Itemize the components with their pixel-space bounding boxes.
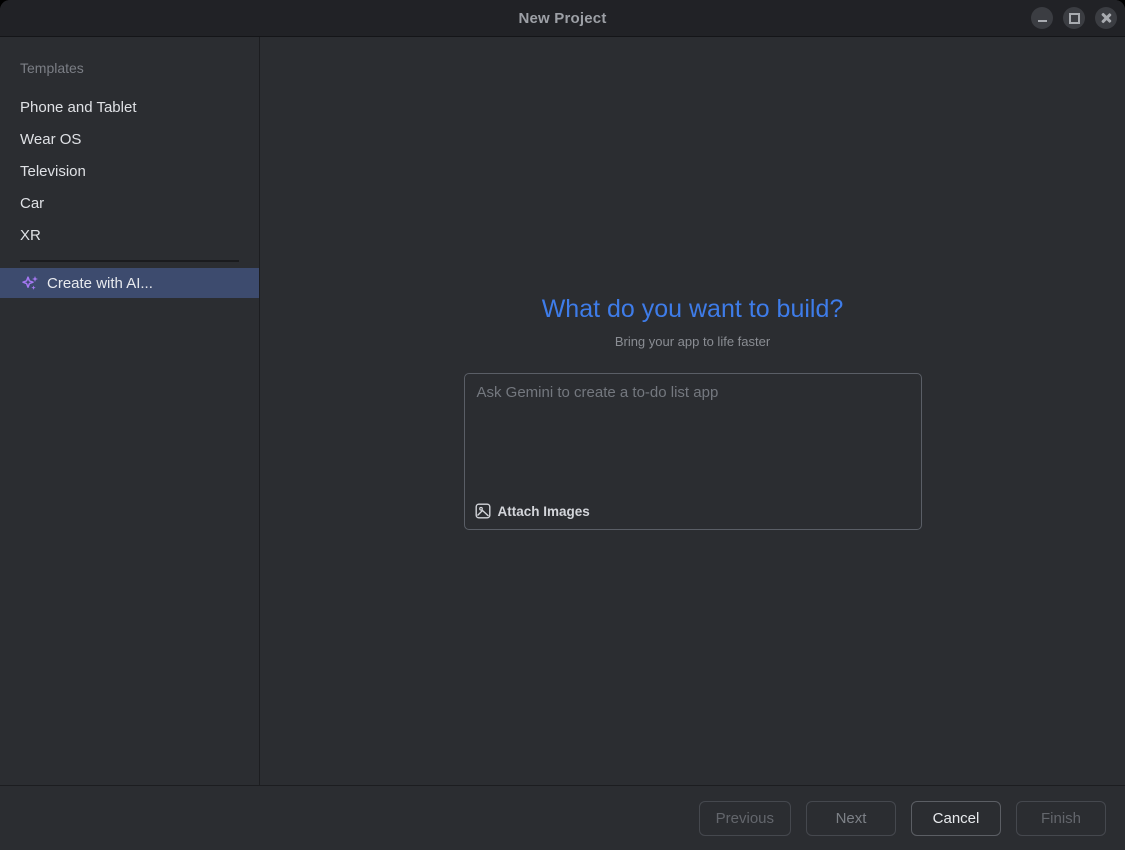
sidebar-item-xr[interactable]: XR bbox=[0, 220, 259, 252]
sidebar-item-wear-os[interactable]: Wear OS bbox=[0, 124, 259, 156]
cancel-button[interactable]: Cancel bbox=[911, 801, 1001, 836]
maximize-icon bbox=[1069, 13, 1080, 24]
sidebar-divider bbox=[20, 260, 239, 262]
attach-images-button[interactable]: Attach Images bbox=[465, 503, 602, 529]
sidebar-item-create-with-ai[interactable]: Create with AI... bbox=[0, 268, 259, 298]
prompt-box: Attach Images bbox=[464, 373, 922, 530]
image-icon bbox=[475, 503, 491, 519]
sidebar-item-label: Create with AI... bbox=[47, 275, 153, 292]
close-button[interactable] bbox=[1095, 7, 1117, 29]
sidebar-item-television[interactable]: Television bbox=[0, 156, 259, 188]
dialog-body: Templates Phone and Tablet Wear OS Telev… bbox=[0, 37, 1125, 786]
next-button[interactable]: Next bbox=[806, 801, 896, 836]
sidebar-item-car[interactable]: Car bbox=[0, 188, 259, 220]
previous-button[interactable]: Previous bbox=[699, 801, 791, 836]
attach-images-label: Attach Images bbox=[498, 504, 590, 519]
minimize-icon bbox=[1038, 20, 1047, 22]
sidebar-item-phone-and-tablet[interactable]: Phone and Tablet bbox=[0, 92, 259, 124]
maximize-button[interactable] bbox=[1063, 7, 1085, 29]
dialog-footer: Previous Next Cancel Finish bbox=[0, 786, 1125, 850]
page-subtitle: Bring your app to life faster bbox=[615, 334, 770, 349]
sidebar-header: Templates bbox=[0, 53, 259, 92]
minimize-button[interactable] bbox=[1031, 7, 1053, 29]
gemini-sparkle-icon bbox=[22, 275, 39, 292]
window-title: New Project bbox=[518, 10, 606, 27]
main-panel: What do you want to build? Bring your ap… bbox=[260, 37, 1125, 785]
page-title: What do you want to build? bbox=[542, 295, 844, 324]
window-controls bbox=[1031, 0, 1117, 36]
titlebar: New Project bbox=[0, 0, 1125, 37]
finish-button[interactable]: Finish bbox=[1016, 801, 1106, 836]
templates-sidebar: Templates Phone and Tablet Wear OS Telev… bbox=[0, 37, 260, 785]
gemini-prompt-input[interactable] bbox=[465, 374, 921, 503]
new-project-dialog: New Project Templates Phone and Tablet W… bbox=[0, 0, 1125, 850]
close-icon bbox=[1101, 13, 1111, 23]
